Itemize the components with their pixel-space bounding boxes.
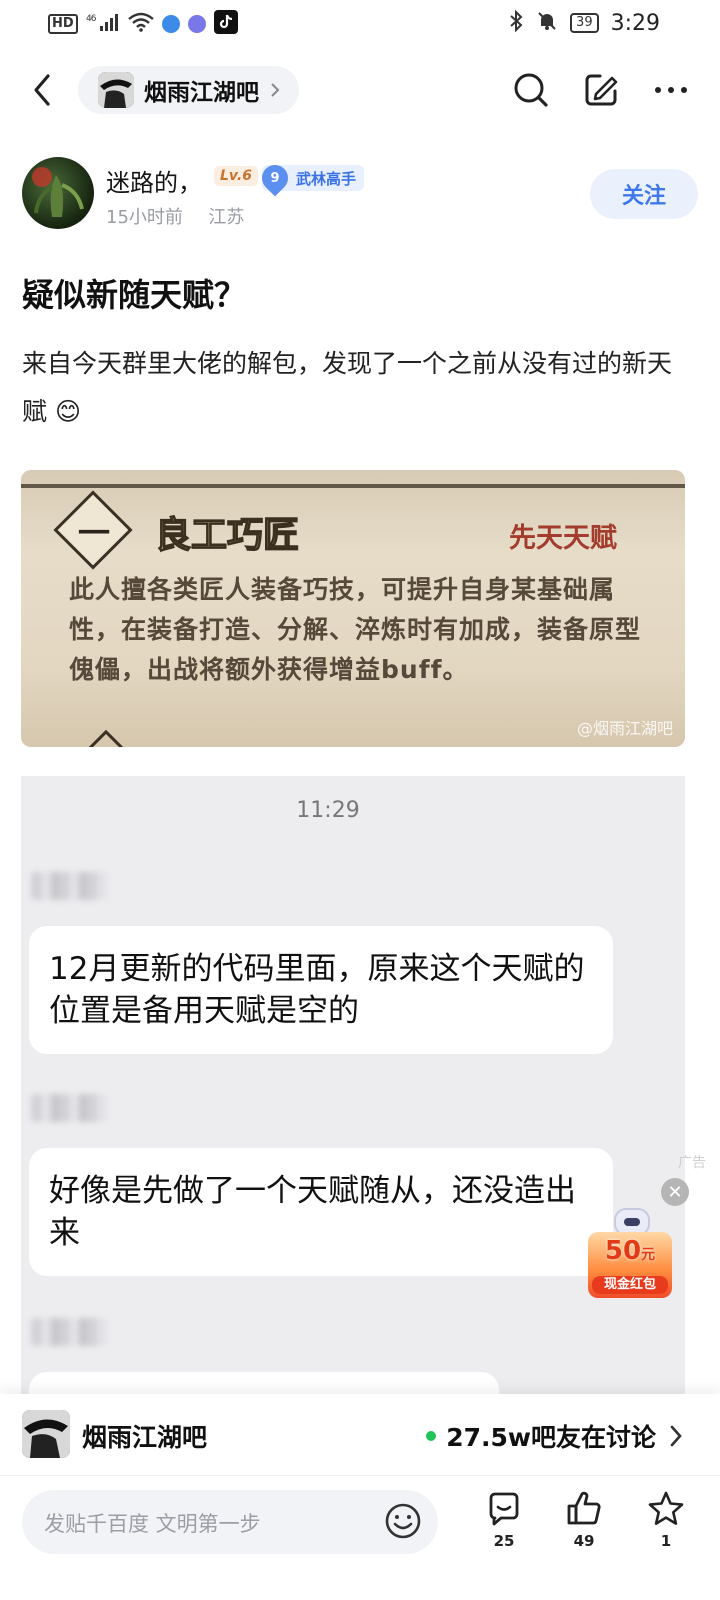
avatar[interactable] [22, 157, 94, 229]
chevron-right-icon [670, 1425, 682, 1447]
hd-icon: HD [48, 14, 78, 34]
forum-bar-name: 烟雨江湖吧 [82, 1423, 208, 1452]
more-icon[interactable] [652, 70, 690, 110]
forum-avatar [98, 72, 134, 108]
reply-placeholder: 发贴千百度 文明第一步 [44, 1512, 261, 1536]
like-button[interactable]: 49 [554, 1490, 614, 1560]
ad-label: 广告 [678, 1155, 706, 1171]
talent-description: 此人擅各类匠人装备巧技，可提升自身某基础属性，在装备打造、分解、淬炼时有加成，装… [69, 575, 642, 684]
online-dot-icon [426, 1431, 437, 1441]
forum-pill[interactable]: 烟雨江湖吧 [78, 66, 299, 114]
favorite-count: 1 [660, 1532, 672, 1550]
title-badge: 9 武林高手 [256, 159, 365, 197]
post-body: 来自今天群里大佬的解包，发现了一个之前从没有过的新天赋 😊 [22, 340, 692, 436]
chat-timestamp: 11:29 [296, 798, 360, 823]
post-meta: 15小时前 江苏 [106, 203, 244, 229]
blurred-sender [31, 1318, 107, 1346]
author-row: 迷路的， Lv.6 9 武林高手 15小时前 江苏 关注 [22, 157, 698, 231]
ad-caption: 现金红包 [592, 1276, 668, 1294]
red-packet-card: 50元 现金红包 [588, 1232, 672, 1298]
post-body-text: 来自今天群里大佬的解包，发现了一个之前从没有过的新天赋 [22, 349, 673, 426]
red-packet-ad[interactable]: 50元 现金红包 [586, 1208, 676, 1300]
bottom-action-bar: 发贴千百度 文明第一步 25 49 1 [0, 1476, 720, 1600]
talent-name: 良工巧匠 [154, 513, 300, 557]
app-blue-icon [161, 15, 180, 33]
follow-button[interactable]: 关注 [590, 169, 698, 219]
forum-name: 烟雨江湖吧 [144, 80, 259, 106]
nav-actions [512, 70, 690, 110]
discussion-count: 27.5w吧友在讨论 [446, 1423, 656, 1452]
signal-icon: 46 [86, 12, 120, 36]
status-left: HD 46 [48, 10, 238, 38]
comment-icon [489, 1492, 519, 1526]
chat-bubble: 12月更新的代码里面，原来这个天赋的位置是备用天赋是空的 [29, 926, 613, 1054]
svg-text:46: 46 [86, 14, 97, 24]
close-icon[interactable]: ✕ [661, 1178, 689, 1206]
wifi-icon [127, 12, 154, 36]
comment-button[interactable]: 25 [474, 1490, 534, 1560]
level-badge: Lv.6 [214, 166, 258, 186]
post-location: 江苏 [208, 207, 245, 228]
badge-icon: 9 [256, 159, 294, 197]
battery-icon: 39 [570, 13, 599, 33]
post-time: 15小时前 [106, 207, 183, 228]
blurred-sender [31, 1094, 107, 1122]
search-icon[interactable] [512, 70, 550, 110]
back-icon[interactable] [26, 70, 62, 110]
status-bar: HD 46 39 3:29 [0, 0, 720, 48]
image-frame-line [21, 484, 685, 488]
comment-count: 25 [493, 1532, 515, 1550]
ad-amount: 50元 [604, 1236, 656, 1266]
thumbs-up-icon [567, 1491, 601, 1525]
status-right: 39 3:29 [508, 9, 660, 36]
post-image-chat[interactable]: 11:29 12月更新的代码里面，原来这个天赋的位置是备用天赋是空的 好像是先做… [21, 776, 685, 1406]
mute-icon [536, 10, 558, 36]
tiktok-icon [213, 10, 238, 38]
like-count: 49 [573, 1532, 595, 1550]
forum-bar-discussion[interactable]: 27.5w吧友在讨论 [426, 1418, 686, 1454]
image-watermark: @烟雨江湖吧 [576, 719, 673, 738]
talent-tag: 先天天赋 [509, 523, 617, 554]
forum-avatar [22, 1410, 70, 1458]
star-icon [648, 1491, 684, 1525]
favorite-button[interactable]: 1 [636, 1490, 696, 1560]
diamond-frame-icon [84, 729, 128, 747]
music-icon [187, 15, 206, 33]
chevron-right-icon [271, 83, 280, 97]
chat-bubble: 好像是先做了一个天赋随从，还没造出来 [29, 1148, 613, 1276]
top-nav: 烟雨江湖吧 [0, 60, 720, 120]
reply-input[interactable]: 发贴千百度 文明第一步 [22, 1490, 438, 1554]
clock: 3:29 [610, 10, 660, 36]
title-badge-label: 武林高手 [296, 169, 357, 188]
emoji-icon: 😊 [54, 397, 82, 426]
bluetooth-icon [508, 9, 524, 36]
post-image-talent[interactable]: 一 良工巧匠 先天天赋 此人擅各类匠人装备巧技，可提升自身某基础属性，在装备打造… [21, 470, 685, 747]
post-title: 疑似新随天赋？ [22, 276, 247, 314]
emoji-icon[interactable] [384, 1502, 422, 1540]
forum-bar[interactable]: 烟雨江湖吧 27.5w吧友在讨论 [0, 1394, 720, 1476]
talent-index: 一 [77, 514, 110, 552]
edit-icon[interactable] [582, 70, 620, 110]
blurred-sender [31, 872, 107, 900]
author-name[interactable]: 迷路的， [106, 163, 202, 198]
